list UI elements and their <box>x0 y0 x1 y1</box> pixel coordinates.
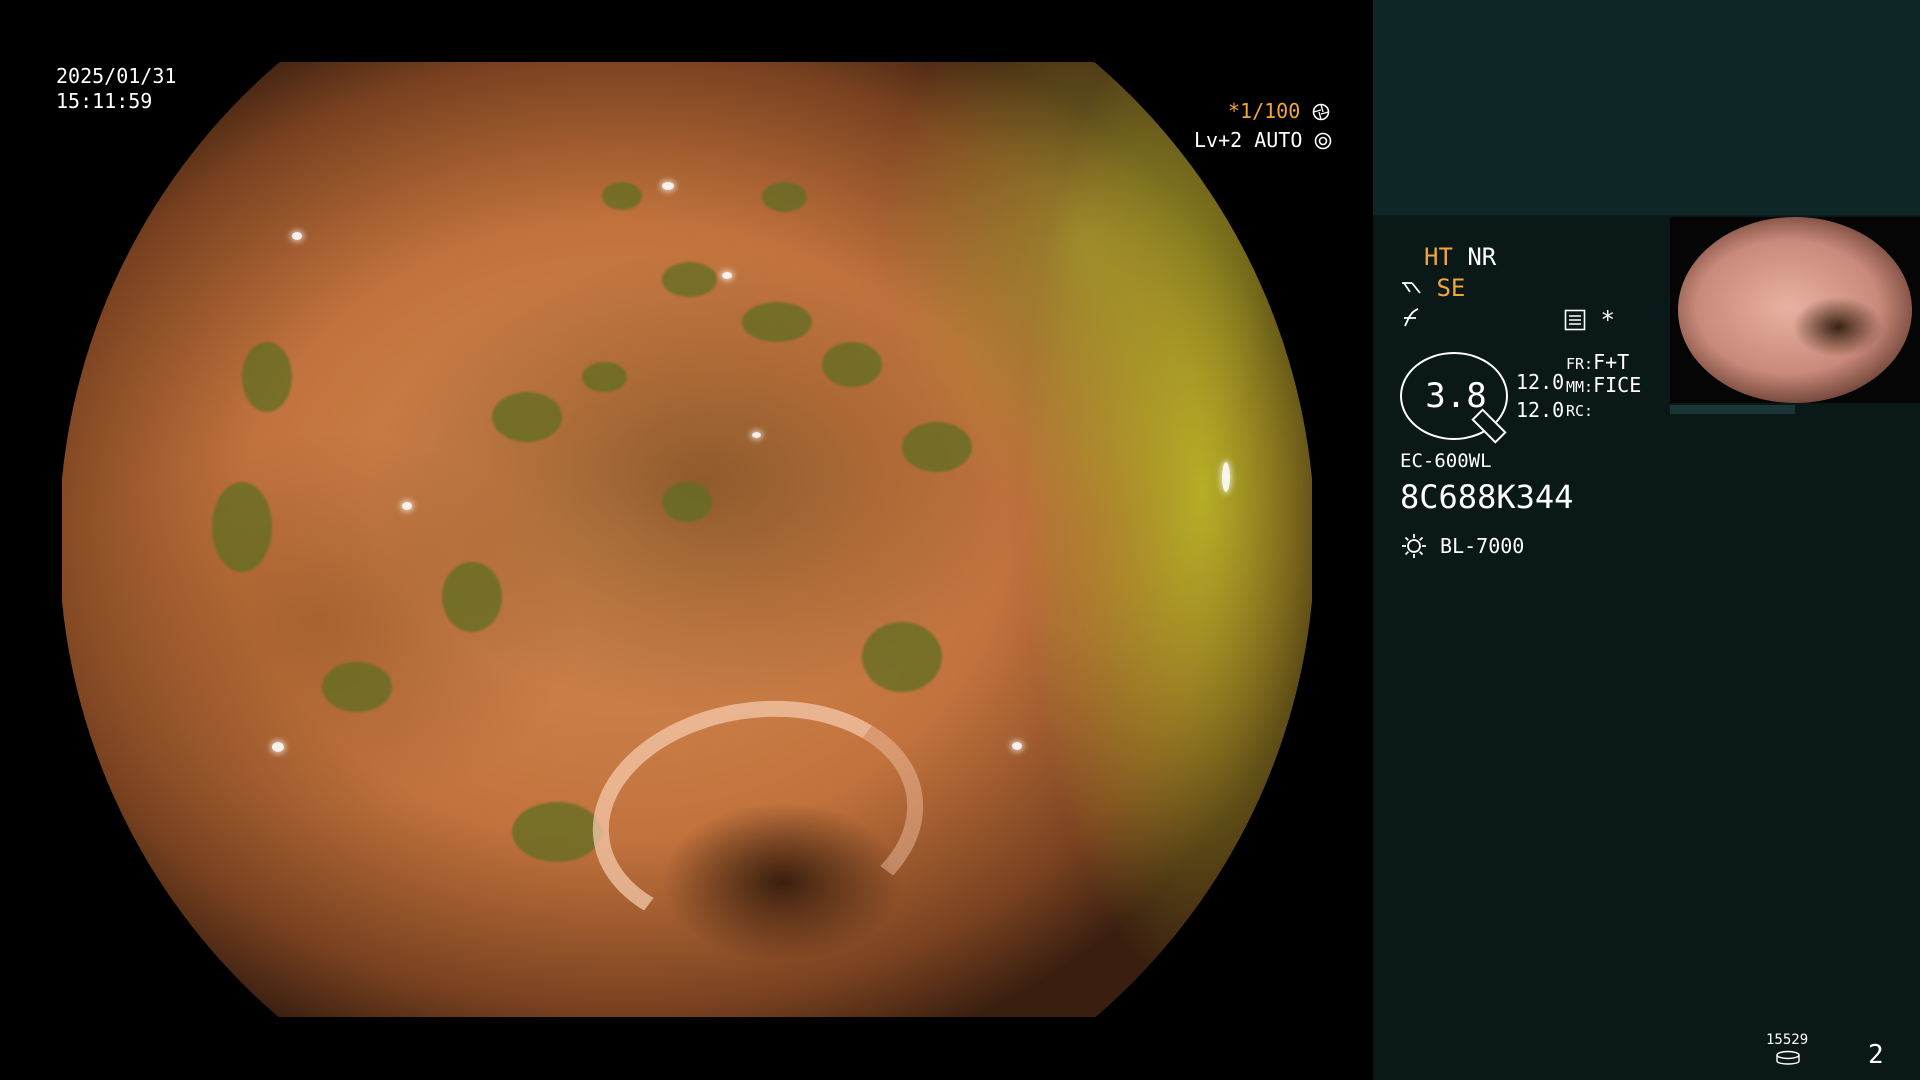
ht-label: HT NR <box>1424 243 1496 271</box>
light-reflection <box>752 432 761 438</box>
light-reflection <box>662 182 674 190</box>
fr-label: FR: <box>1566 355 1594 373</box>
value-fr: 12.0 <box>1516 370 1565 394</box>
mucosa-spot <box>322 662 392 712</box>
light-reflection <box>1012 742 1022 750</box>
mucosa-spot <box>442 562 502 632</box>
mucosa-spot <box>762 182 807 212</box>
ht-label-text: HT <box>1424 243 1453 271</box>
enhance-icon <box>1402 282 1421 294</box>
endoscopic-image <box>62 62 1312 1017</box>
mm-label: MM: <box>1566 378 1594 396</box>
mucosa-spot <box>492 392 562 442</box>
mucosa-spot <box>662 482 712 522</box>
light-reflection <box>402 502 412 510</box>
nr-label-text: NR <box>1467 243 1497 271</box>
shutter-readout: *1/100 <box>1228 99 1330 123</box>
thumbnail-image <box>1678 217 1912 403</box>
fr-value: F+T <box>1593 350 1630 374</box>
capture-date: 2025/01/31 <box>56 64 177 88</box>
mm-value: FICE <box>1593 373 1642 397</box>
mucosa-spot <box>242 342 292 412</box>
mucosa-spot <box>212 482 272 572</box>
rc-label: RC: <box>1566 402 1594 420</box>
light-reflection <box>722 272 732 279</box>
mucosa-spot <box>822 342 882 387</box>
mucosa-spot <box>602 182 642 210</box>
light-level-readout: Lv+2 AUTO <box>1194 128 1332 152</box>
scope-serial: 8C688K344 <box>1400 478 1574 516</box>
mucosa-spot <box>582 362 627 392</box>
shutter-value: *1/100 <box>1228 99 1301 123</box>
settings-list-icon <box>1564 309 1586 331</box>
aperture-icon <box>1312 103 1330 121</box>
mucosa-spot <box>742 302 812 342</box>
mm-row: MM:FICE <box>1566 373 1641 397</box>
curve-row <box>1402 306 1422 332</box>
light-level-value: Lv+2 AUTO <box>1194 128 1303 152</box>
light-reflection <box>1222 462 1230 492</box>
storage-counter: 15529 <box>1766 1032 1809 1048</box>
value-mm: 12.0 <box>1516 398 1565 422</box>
capture-time: 15:11:59 <box>56 89 153 113</box>
endoscope-viewer: 2025/01/31 15:11:59 *1/100 Lv+2 AUTO <box>0 0 1373 1080</box>
mucosa-spot <box>512 802 602 862</box>
light-source-icon <box>1402 534 1426 558</box>
iris-icon <box>1315 132 1332 150</box>
fr-row: FR:F+T <box>1566 350 1629 374</box>
panel-header-area <box>1373 0 1920 215</box>
se-row: SE <box>1400 274 1465 302</box>
light-reflection <box>272 742 284 752</box>
se-label: SE <box>1436 274 1466 302</box>
storage-icon <box>1776 1050 1800 1065</box>
mode-star: * <box>1600 306 1615 334</box>
light-source-row: BL-7000 <box>1400 532 1524 560</box>
light-reflection <box>292 232 302 240</box>
thumbnail-preview[interactable] <box>1670 217 1920 403</box>
lumen-fold <box>577 680 939 956</box>
mucosa-spot <box>662 262 717 297</box>
thumbnail-bar <box>1670 405 1795 414</box>
scope-model: EC-600WL <box>1400 450 1492 472</box>
mucosa-spot <box>862 622 942 692</box>
mode-row: * <box>1564 306 1615 334</box>
light-source-model: BL-7000 <box>1440 534 1525 558</box>
zoom-value: 3.8 <box>1425 376 1487 416</box>
page-number: 2 <box>1868 1040 1884 1070</box>
tone-curve-icon <box>1404 308 1419 327</box>
mucosa-spot <box>902 422 972 472</box>
